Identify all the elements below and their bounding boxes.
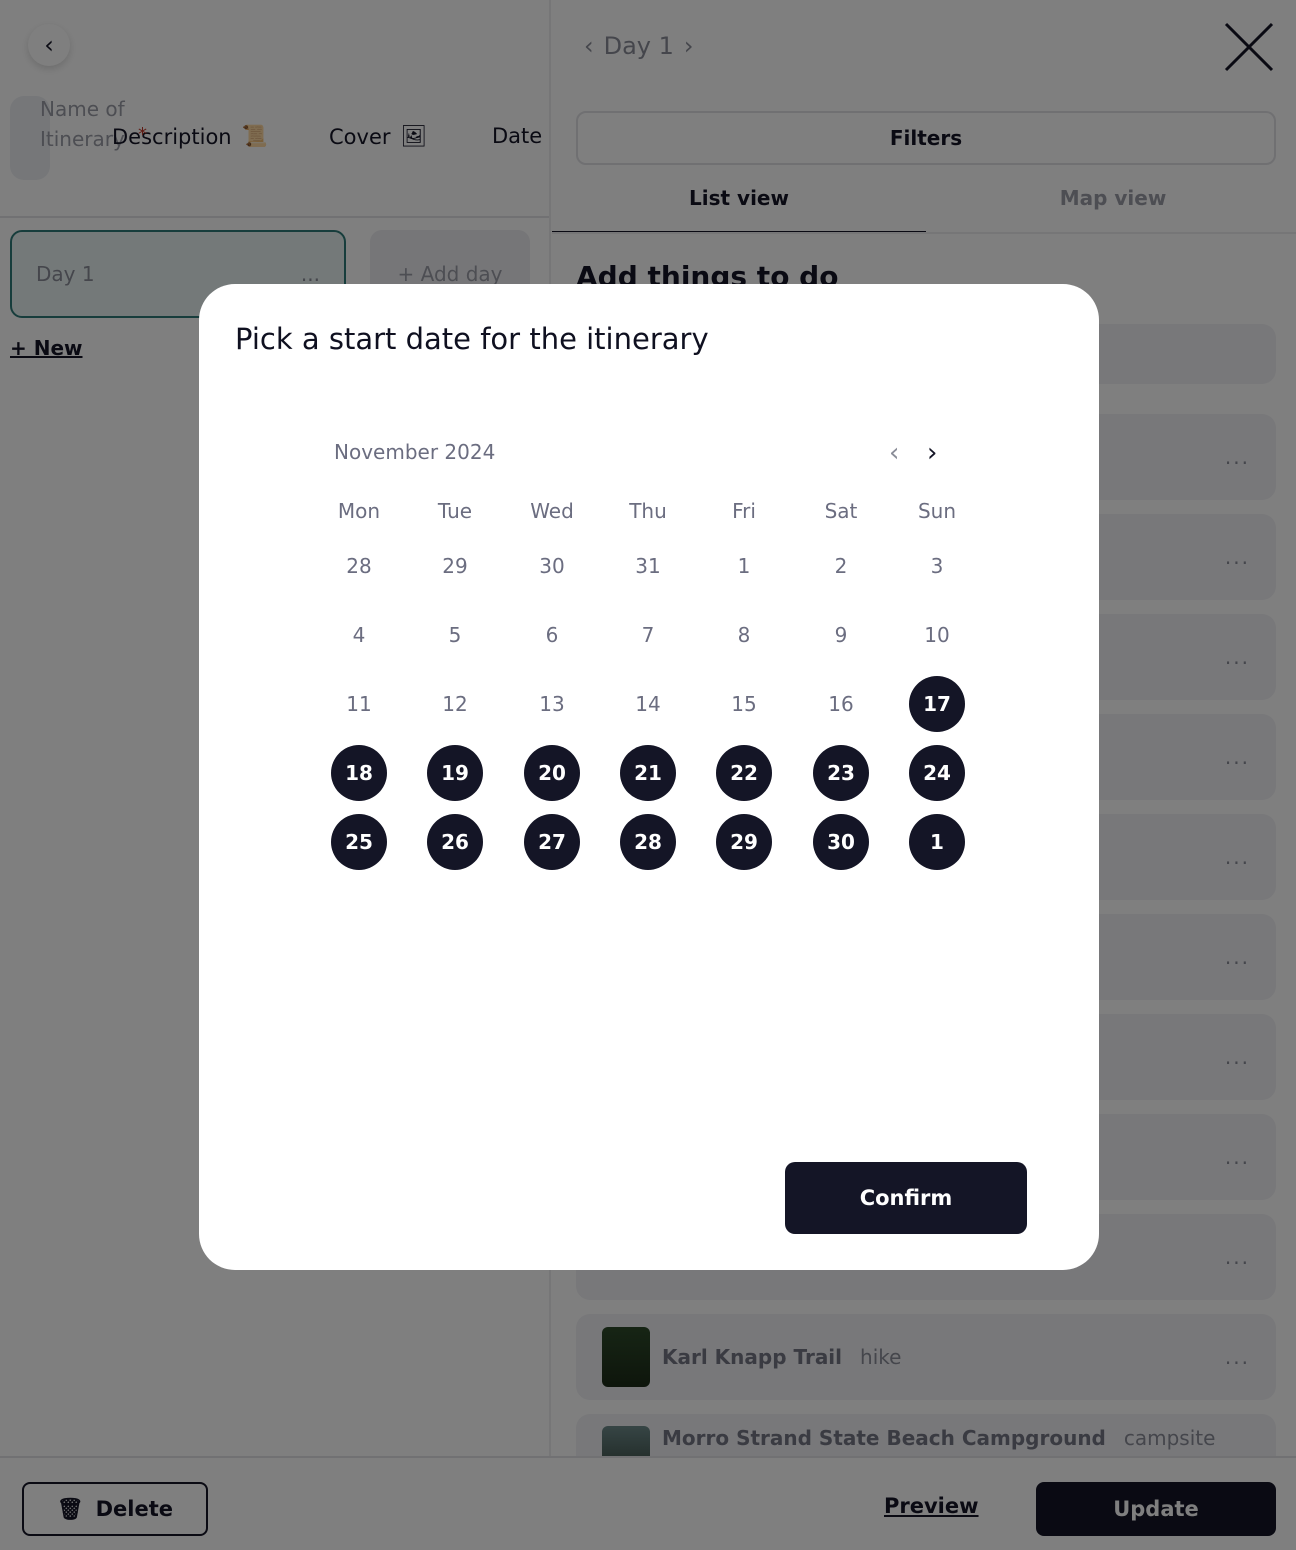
day-selectable[interactable]: 17 — [909, 676, 965, 732]
day-selectable[interactable]: 28 — [620, 814, 676, 870]
day-disabled: 11 — [346, 692, 372, 716]
weekday-header: Sat — [824, 499, 858, 523]
day-selectable[interactable]: 24 — [909, 745, 965, 801]
day-selectable[interactable]: 29 — [716, 814, 772, 870]
weekday-header: Mon — [337, 499, 381, 523]
day-selectable[interactable]: 23 — [813, 745, 869, 801]
day-selectable[interactable]: 30 — [813, 814, 869, 870]
weekday-header: Thu — [629, 499, 667, 523]
next-month-icon[interactable]: › — [927, 438, 937, 468]
day-disabled: 4 — [352, 623, 366, 647]
day-disabled: 28 — [346, 554, 372, 578]
day-disabled: 14 — [635, 692, 661, 716]
day-selectable[interactable]: 21 — [620, 745, 676, 801]
date-picker-modal: Pick a start date for the itinerary Nove… — [199, 284, 1099, 1270]
day-disabled: 29 — [442, 554, 468, 578]
day-disabled: 7 — [641, 623, 655, 647]
modal-title: Pick a start date for the itinerary — [235, 322, 709, 356]
day-selectable[interactable]: 18 — [331, 745, 387, 801]
day-selectable[interactable]: 26 — [427, 814, 483, 870]
day-disabled: 10 — [924, 623, 950, 647]
day-selectable[interactable]: 20 — [524, 745, 580, 801]
prev-month-icon[interactable]: ‹ — [889, 438, 899, 468]
weekday-header: Wed — [530, 499, 574, 523]
day-disabled: 15 — [731, 692, 757, 716]
day-disabled: 5 — [448, 623, 462, 647]
day-disabled: 9 — [834, 623, 848, 647]
weekday-header: Tue — [437, 499, 473, 523]
day-selectable[interactable]: 22 — [716, 745, 772, 801]
day-disabled: 3 — [930, 554, 944, 578]
day-selectable[interactable]: 1 — [909, 814, 965, 870]
weekday-header: Sun — [917, 499, 957, 523]
day-disabled: 6 — [545, 623, 559, 647]
day-disabled: 12 — [442, 692, 468, 716]
day-disabled: 30 — [539, 554, 565, 578]
month-label: November 2024 — [334, 440, 496, 464]
day-disabled: 2 — [834, 554, 848, 578]
day-disabled: 16 — [828, 692, 854, 716]
confirm-button[interactable]: Confirm — [785, 1162, 1027, 1234]
day-disabled: 31 — [635, 554, 661, 578]
day-disabled: 1 — [737, 554, 751, 578]
day-disabled: 8 — [737, 623, 751, 647]
day-disabled: 13 — [539, 692, 565, 716]
weekday-header: Fri — [732, 499, 756, 523]
day-selectable[interactable]: 19 — [427, 745, 483, 801]
day-selectable[interactable]: 27 — [524, 814, 580, 870]
day-selectable[interactable]: 25 — [331, 814, 387, 870]
